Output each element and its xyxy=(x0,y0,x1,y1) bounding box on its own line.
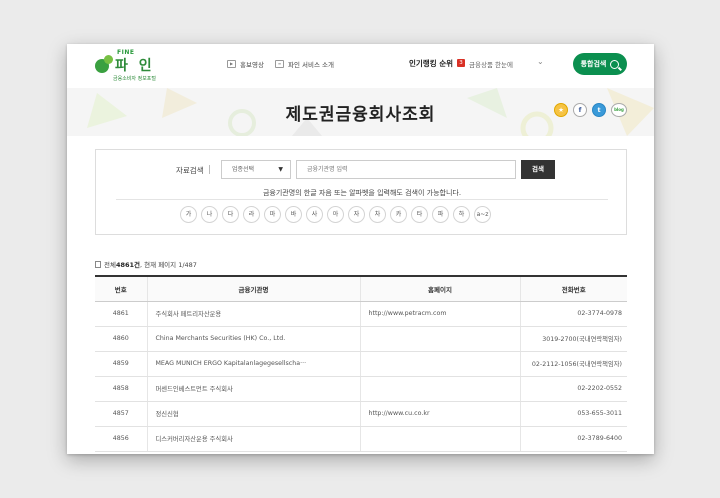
search-label: 자료검색 xyxy=(176,166,204,175)
cell-number: 4858 xyxy=(95,376,147,402)
cell-name-link[interactable]: MEAG MUNICH ERGO Kapitalanlagegesellscha… xyxy=(146,351,360,377)
select-caret-icon: ▼ xyxy=(278,166,283,173)
blog-share-icon[interactable]: blog xyxy=(611,103,627,117)
favorite-star-icon[interactable]: ★ xyxy=(554,103,568,117)
cell-name-link[interactable]: 주식회사 페트리자산운용 xyxy=(146,301,360,327)
cell-number: 4860 xyxy=(95,326,147,352)
filter-chip[interactable]: 라 xyxy=(243,206,260,223)
table-row: 4856 디스커버리자산운용 주식회사 02-3789-6400 xyxy=(95,426,627,452)
cell-phone: 02-3774-0978 xyxy=(519,301,627,327)
column-header-number: 번호 xyxy=(95,275,147,302)
cell-homepage-link[interactable]: http://www.cu.co.kr xyxy=(359,401,520,427)
cell-number: 4861 xyxy=(95,301,147,327)
cell-homepage-link[interactable] xyxy=(359,326,520,352)
integrated-search-label: 통합검색 xyxy=(580,60,607,68)
filter-chip[interactable]: 사 xyxy=(306,206,323,223)
filter-chip[interactable]: 차 xyxy=(369,206,386,223)
document-icon xyxy=(95,260,101,268)
column-header-homepage: 홈페이지 xyxy=(359,275,520,302)
institution-name-input[interactable] xyxy=(296,160,516,179)
table-row: 4860 China Merchants Securities (HK) Co.… xyxy=(95,326,627,352)
filter-chip[interactable]: 다 xyxy=(222,206,239,223)
filter-chip[interactable]: 파 xyxy=(432,206,449,223)
nav-service-intro-label: 파인 서비스 소개 xyxy=(288,61,334,69)
table-header-row: 번호 금융기관명 홈페이지 전화번호 xyxy=(95,275,627,302)
ranking-number-badge: 3 xyxy=(457,59,465,67)
column-header-name: 금융기관명 xyxy=(146,275,360,302)
search-panel: 자료검색 업종선택 ▼ 검색 금융기관명의 한글 자음 또는 알파벳을 입력해도… xyxy=(95,149,627,235)
search-icon xyxy=(610,59,620,69)
play-icon: ▶ xyxy=(227,60,236,68)
logo-subtitle: 금융소비자 정보포털 xyxy=(113,76,156,82)
initial-consonant-filter: 가 나 다 라 마 바 사 아 자 차 카 타 파 하 a~z xyxy=(180,206,491,223)
browser-page: FINE 파 인 금융소비자 정보포털 ▶ 홍보영상 ≡ 파인 서비스 소개 인… xyxy=(67,44,654,454)
nav-promo-video-label: 홍보영상 xyxy=(240,61,264,69)
filter-chip[interactable]: 타 xyxy=(411,206,428,223)
site-header: FINE 파 인 금융소비자 정보포털 ▶ 홍보영상 ≡ 파인 서비스 소개 인… xyxy=(67,44,654,88)
document-icon: ≡ xyxy=(275,60,284,68)
column-header-phone: 전화번호 xyxy=(519,275,627,302)
ranking-item-link[interactable]: 금융상품 한눈에 xyxy=(469,59,513,69)
nav-service-intro[interactable]: ≡ 파인 서비스 소개 xyxy=(275,59,334,69)
filter-chip[interactable]: 자 xyxy=(348,206,365,223)
table-row: 4861 주식회사 페트리자산운용 http://www.petracm.com… xyxy=(95,301,627,327)
table-row: 4858 머센드인베스트먼트 주식회사 02-2202-0552 xyxy=(95,376,627,402)
result-page-info: , 현재 페이지 1/487 xyxy=(140,261,197,269)
search-help-text: 금융기관명의 한글 자음 또는 알파벳을 입력해도 검색이 가능합니다. xyxy=(262,189,462,197)
cell-phone: 3019-2700(국내연락책임자) xyxy=(519,326,627,352)
cell-phone: 053-655-3011 xyxy=(519,401,627,427)
cell-phone: 02-3789-6400 xyxy=(519,426,627,452)
twitter-share-icon[interactable]: t xyxy=(592,103,606,117)
filter-chip[interactable]: 아 xyxy=(327,206,344,223)
filter-chip[interactable]: 바 xyxy=(285,206,302,223)
cell-name-link[interactable]: 머센드인베스트먼트 주식회사 xyxy=(146,376,360,402)
cell-name-link[interactable]: China Merchants Securities (HK) Co., Ltd… xyxy=(146,326,360,352)
nav-promo-video[interactable]: ▶ 홍보영상 xyxy=(227,59,264,69)
search-submit-button[interactable]: 검색 xyxy=(521,160,555,179)
cell-phone: 02-2202-0552 xyxy=(519,376,627,402)
table-row: 4859 MEAG MUNICH ERGO Kapitalanlagegesel… xyxy=(95,351,627,377)
cell-homepage-link[interactable] xyxy=(359,376,520,402)
page-banner: 제도권금융회사조회 ★ f t blog xyxy=(67,88,654,136)
logo-name: 파 인 xyxy=(115,58,155,74)
filter-chip[interactable]: 나 xyxy=(201,206,218,223)
filter-chip[interactable]: 가 xyxy=(180,206,197,223)
cell-number: 4859 xyxy=(95,351,147,377)
filter-chip[interactable]: a~z xyxy=(474,206,491,223)
cell-homepage-link[interactable] xyxy=(359,351,520,377)
table-row: 4857 정신신협 http://www.cu.co.kr 053-655-30… xyxy=(95,401,627,427)
result-count-prefix: 전체 xyxy=(104,261,116,269)
filter-chip[interactable]: 하 xyxy=(453,206,470,223)
result-total: 4861건 xyxy=(115,261,141,269)
cell-number: 4857 xyxy=(95,401,147,427)
cell-name-link[interactable]: 정신신협 xyxy=(146,401,360,427)
logo-leaf-icon xyxy=(104,55,113,64)
search-label-divider xyxy=(209,165,210,174)
cell-homepage-link[interactable] xyxy=(359,426,520,452)
ranking-dropdown-chevron-icon[interactable]: ⌄ xyxy=(537,57,544,66)
divider xyxy=(116,199,608,200)
industry-select-value: 업종선택 xyxy=(232,166,255,173)
filter-chip[interactable]: 마 xyxy=(264,206,281,223)
fine-logo[interactable]: FINE 파 인 금융소비자 정보포털 xyxy=(95,49,165,83)
cell-phone: 02-2112-1056(국내연락책임자) xyxy=(519,351,627,377)
institution-table: 번호 금융기관명 홈페이지 전화번호 4861 주식회사 페트리자산운용 htt… xyxy=(95,275,627,452)
ranking-title: 인기랭킹 순위 xyxy=(409,59,454,68)
industry-select[interactable]: 업종선택 ▼ xyxy=(221,160,291,179)
result-count: 전체 4861건 , 현재 페이지 1/487 xyxy=(95,259,197,269)
cell-homepage-link[interactable]: http://www.petracm.com xyxy=(359,301,520,327)
integrated-search-button[interactable]: 통합검색 xyxy=(573,53,627,75)
filter-chip[interactable]: 카 xyxy=(390,206,407,223)
facebook-share-icon[interactable]: f xyxy=(573,103,587,117)
cell-number: 4856 xyxy=(95,426,147,452)
cell-name-link[interactable]: 디스커버리자산운용 주식회사 xyxy=(146,426,360,452)
